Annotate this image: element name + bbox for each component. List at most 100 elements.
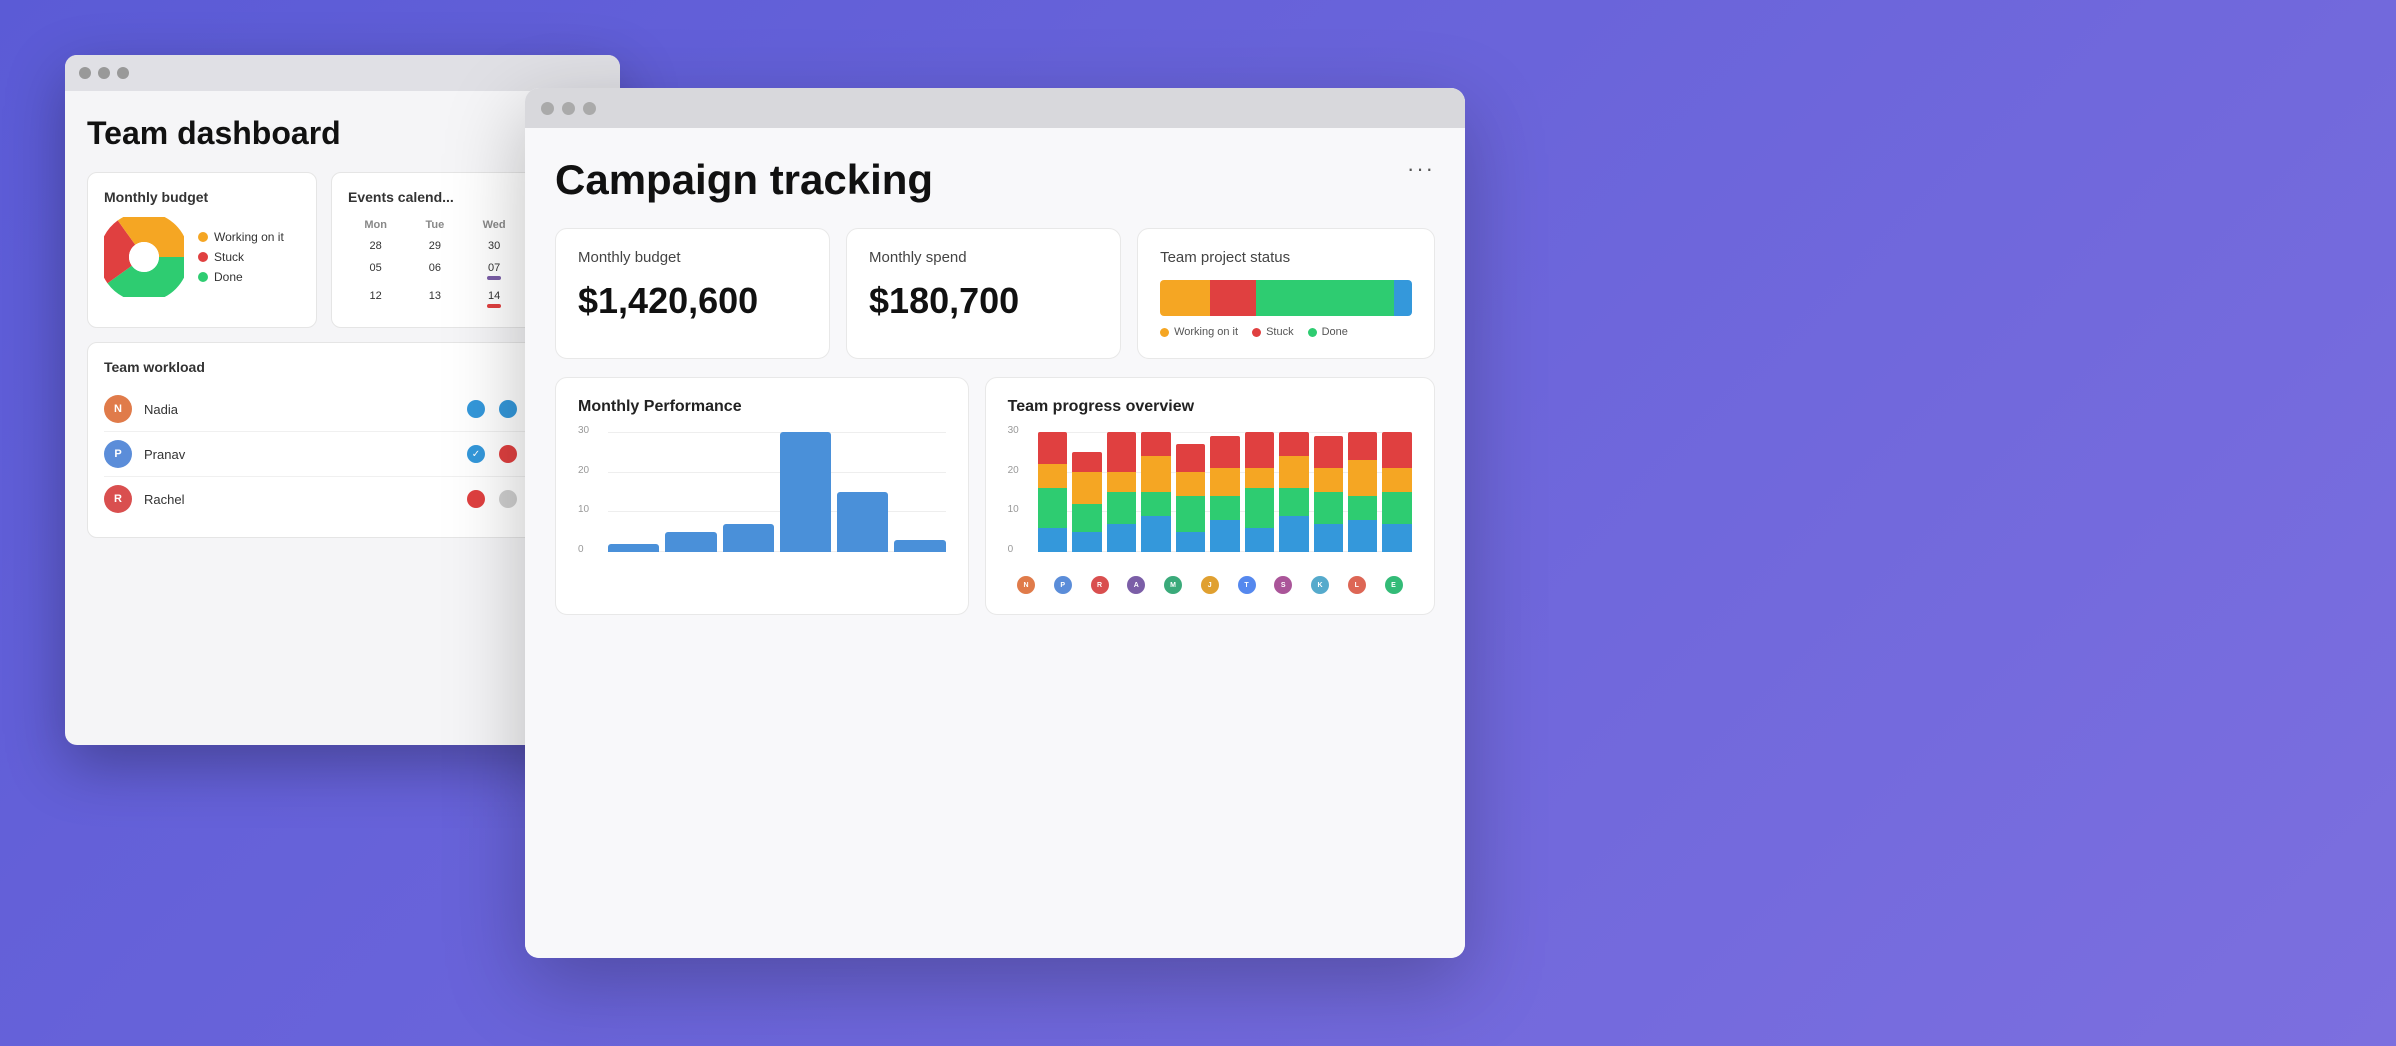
segment	[1314, 492, 1343, 524]
bar-col-2	[665, 532, 716, 552]
legend-dot-done	[1308, 328, 1317, 337]
segment	[1072, 472, 1101, 504]
segment	[1176, 472, 1205, 496]
stacked-col-6	[1245, 432, 1274, 552]
segment	[1141, 516, 1170, 552]
dot	[467, 400, 485, 418]
campaign-dot-3	[583, 102, 596, 115]
monthly-performance-card: Monthly Performance 30 20 10 0	[555, 377, 969, 615]
segment	[1038, 488, 1067, 528]
dot	[467, 490, 485, 508]
workload-row-pranav: P Pranav	[104, 432, 581, 477]
segment	[1314, 436, 1343, 468]
segment	[1141, 492, 1170, 516]
segment	[1176, 496, 1205, 532]
segment	[1245, 488, 1274, 528]
workload-row-nadia: N Nadia	[104, 387, 581, 432]
team-status-label: Team project status	[1160, 249, 1412, 266]
segment	[1210, 468, 1239, 496]
segment	[1348, 496, 1377, 520]
stacked-col-4	[1176, 444, 1205, 552]
campaign-header: Campaign tracking ···	[555, 156, 1435, 204]
bars-area	[608, 432, 946, 552]
segment	[1210, 436, 1239, 468]
segment	[1210, 520, 1239, 552]
segment	[1279, 432, 1308, 456]
monthly-performance-chart: 30 20 10 0	[578, 432, 946, 572]
cal-event-dot-2	[487, 304, 501, 308]
titlebar-back	[65, 55, 620, 91]
mini-avatar-10: E	[1385, 576, 1403, 594]
dot-check	[467, 445, 485, 463]
stacked-col-7	[1279, 432, 1308, 552]
dot	[499, 490, 517, 508]
monthly-spend-value: $180,700	[869, 280, 1098, 322]
segment	[1176, 532, 1205, 552]
bar-col-4	[780, 432, 831, 552]
legend-done: Done	[1308, 326, 1348, 338]
stacked-col-8	[1314, 436, 1343, 552]
segment	[1072, 504, 1101, 532]
campaign-dot-1	[541, 102, 554, 115]
campaign-dot-2	[562, 102, 575, 115]
project-status-bar	[1160, 280, 1412, 316]
segment-stuck	[1210, 280, 1255, 316]
segment	[1141, 432, 1170, 456]
titlebar-dot-1	[79, 67, 91, 79]
segment	[1245, 528, 1274, 552]
segment	[1382, 432, 1411, 468]
segment	[1107, 524, 1136, 552]
segment	[1107, 432, 1136, 472]
stacked-col-0	[1038, 432, 1067, 552]
segment	[1348, 460, 1377, 496]
campaign-tracking-window: Campaign tracking ··· Monthly budget $1,…	[525, 88, 1465, 958]
segment	[1382, 468, 1411, 492]
cal-event-dot	[487, 276, 501, 280]
dot	[499, 445, 517, 463]
segment	[1038, 432, 1067, 464]
done-dot	[198, 272, 208, 282]
mini-avatar-3: A	[1127, 576, 1145, 594]
more-options-icon[interactable]: ···	[1407, 156, 1435, 182]
legend-done: Done	[198, 270, 284, 284]
titlebar-dot-3	[117, 67, 129, 79]
bottom-row: Monthly Performance 30 20 10 0	[555, 377, 1435, 615]
bar-col-6	[894, 540, 945, 552]
segment	[1279, 488, 1308, 516]
team-progress-card: Team progress overview 30 20 10 0 NPRAMJ…	[985, 377, 1435, 615]
segment	[1141, 456, 1170, 492]
segment	[1107, 492, 1136, 524]
workload-title: Team workload	[104, 359, 581, 375]
budget-pie-card: Monthly budget Working on it	[87, 172, 317, 328]
bar-col-1	[608, 544, 659, 552]
campaign-content: Campaign tracking ··· Monthly budget $1,…	[525, 128, 1465, 958]
team-project-status-card: Team project status Working on it	[1137, 228, 1435, 359]
mini-avatar-9: L	[1348, 576, 1366, 594]
stacked-col-5	[1210, 436, 1239, 552]
segment	[1107, 472, 1136, 492]
mini-avatar-2: R	[1091, 576, 1109, 594]
monthly-budget-label: Monthly budget	[578, 249, 807, 266]
stacked-col-9	[1348, 432, 1377, 552]
workload-card: Team workload N Nadia P Pranav	[87, 342, 598, 538]
segment	[1382, 492, 1411, 524]
team-progress-chart: 30 20 10 0	[1008, 432, 1412, 572]
legend-dot-stuck	[1252, 328, 1261, 337]
mini-avatar-4: M	[1164, 576, 1182, 594]
segment	[1348, 520, 1377, 552]
segment	[1245, 468, 1274, 488]
stacked-col-3	[1141, 432, 1170, 552]
campaign-titlebar	[525, 88, 1465, 128]
segment	[1038, 528, 1067, 552]
avatar-pranav: P	[104, 440, 132, 468]
segment	[1348, 432, 1377, 460]
segment	[1038, 464, 1067, 488]
progress-bars-area	[1038, 432, 1412, 552]
mini-avatar-0: N	[1017, 576, 1035, 594]
pie-chart	[104, 217, 184, 297]
segment	[1314, 524, 1343, 552]
legend-working: Working on it	[1160, 326, 1238, 338]
segment	[1279, 516, 1308, 552]
stacked-bar-container: Working on it Stuck Done	[1160, 280, 1412, 338]
legend-stuck: Stuck	[198, 250, 284, 264]
